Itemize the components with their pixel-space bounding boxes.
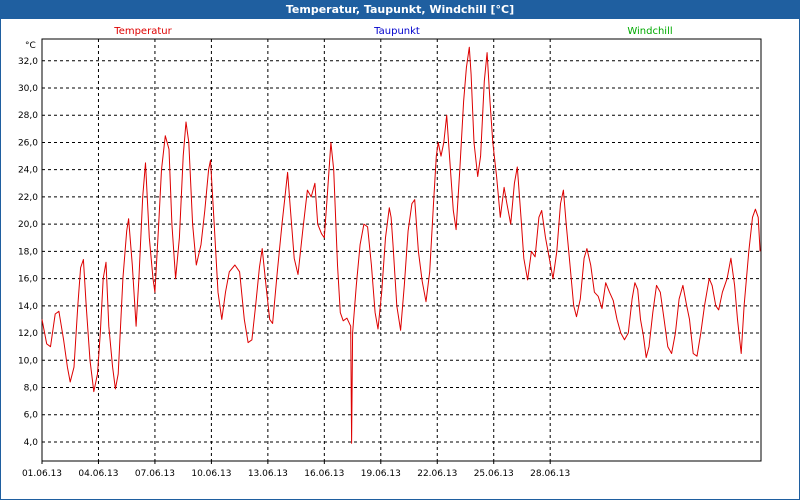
grid-lines (41, 39, 761, 464)
y-tick-label: 6,0 (24, 411, 39, 421)
x-tick-label: 10.06.13 (191, 469, 231, 479)
x-tick-label: 01.06.13 (22, 469, 62, 479)
y-tick-label: 32,0 (18, 57, 38, 67)
x-tick-label: 25.06.13 (474, 469, 514, 479)
y-tick-label: 14,0 (18, 302, 38, 312)
y-tick-label: 28,0 (18, 111, 38, 121)
legend-temperatur: Temperatur (113, 26, 172, 37)
x-tick-label: 28.06.13 (530, 469, 570, 479)
y-tick-label: 22,0 (18, 193, 38, 203)
y-tick-label: 16,0 (18, 275, 38, 285)
x-tick-labels: 01.06.13 04.06.13 07.06.13 10.06.13 13.06.13… (22, 469, 570, 479)
legend-taupunkt: Taupunkt (373, 26, 420, 37)
x-tick-label: 22.06.13 (417, 469, 457, 479)
legend-windchill: Windchill (627, 26, 672, 37)
chart-svg: °C Temperatur Taupunkt Windchill 4,0 6,0 8… (18, 26, 762, 479)
y-tick-label: 8,0 (24, 383, 39, 393)
y-tick-labels: 4,0 6,0 8,0 10,0 12,0 14,0 16,0 18,0 20,0 22,0 24,… (18, 57, 38, 448)
y-tick-label: 12,0 (18, 329, 38, 339)
series-line-temperatur (41, 46, 761, 444)
y-tick-label: 26,0 (18, 138, 38, 148)
y-tick-label: 18,0 (18, 247, 38, 257)
x-tick-label: 04.06.13 (78, 469, 118, 479)
series-lines (41, 46, 761, 444)
x-tick-label: 19.06.13 (361, 469, 401, 479)
y-axis-unit: °C (25, 41, 36, 51)
x-tick-label: 16.06.13 (304, 469, 344, 479)
y-tick-label: 4,0 (24, 438, 39, 448)
x-tick-label: 13.06.13 (248, 469, 288, 479)
y-tick-label: 10,0 (18, 356, 38, 366)
y-tick-label: 24,0 (18, 166, 38, 176)
plot-area (41, 38, 762, 462)
x-tick-label: 07.06.13 (135, 469, 175, 479)
y-tick-label: 30,0 (18, 84, 38, 94)
y-tick-label: 20,0 (18, 220, 38, 230)
